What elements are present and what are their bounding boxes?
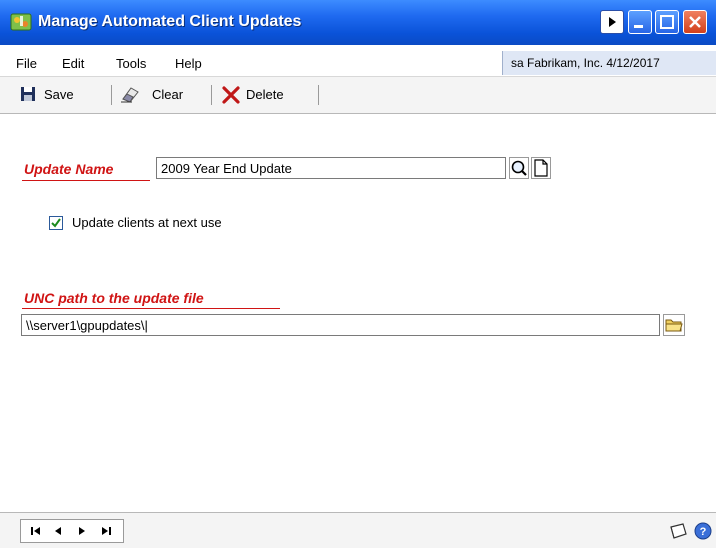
- title-bar[interactable]: Manage Automated Client Updates: [0, 0, 716, 45]
- status-bar: ?: [0, 512, 716, 548]
- clear-button[interactable]: Clear: [120, 85, 200, 105]
- update-name-label: Update Name: [24, 161, 114, 177]
- toolbar-separator: [318, 85, 319, 105]
- last-record-button[interactable]: [99, 524, 113, 538]
- menu-file[interactable]: File: [16, 56, 37, 71]
- next-record-icon: [79, 527, 85, 535]
- unc-path-label: UNC path to the update file: [24, 290, 204, 306]
- required-underline: [22, 180, 150, 181]
- unc-path-input[interactable]: \\server1\gpupdates\|: [21, 314, 660, 336]
- user-company-date: sa Fabrikam, Inc. 4/12/2017: [511, 56, 660, 70]
- update-clients-checkbox[interactable]: [49, 216, 63, 230]
- blank-page-icon: [531, 157, 551, 182]
- first-record-icon: [31, 527, 40, 535]
- window-menu-arrow-button[interactable]: [600, 10, 624, 34]
- record-navigation: [20, 519, 124, 543]
- update-name-input[interactable]: 2009 Year End Update: [156, 157, 506, 179]
- toolbar: Save Clear Delete: [0, 76, 716, 114]
- menu-tools[interactable]: Tools: [116, 56, 146, 71]
- last-record-icon: [102, 527, 111, 535]
- save-button[interactable]: Save: [20, 85, 90, 105]
- folder-icon: [663, 314, 685, 339]
- checkmark-icon: [51, 218, 61, 228]
- floppy-disk-icon: [20, 86, 36, 105]
- required-underline: [22, 308, 280, 309]
- help-icon[interactable]: ?: [694, 522, 712, 543]
- next-record-button[interactable]: [75, 524, 89, 538]
- previous-record-button[interactable]: [51, 524, 65, 538]
- toolbar-separator: [211, 85, 212, 105]
- save-label: Save: [44, 87, 74, 102]
- close-button[interactable]: [683, 10, 707, 34]
- app-icon: [10, 12, 32, 32]
- eraser-icon: [120, 85, 140, 106]
- delete-button[interactable]: Delete: [222, 85, 312, 105]
- lookup-button[interactable]: [509, 157, 529, 182]
- magnifier-icon: [509, 157, 529, 182]
- note-icon[interactable]: [668, 522, 688, 543]
- manage-automated-client-updates-window: Manage Automated Client Updates File Edi…: [0, 0, 716, 548]
- previous-record-icon: [55, 527, 61, 535]
- first-record-button[interactable]: [29, 524, 43, 538]
- new-document-button[interactable]: [531, 157, 551, 182]
- maximize-button[interactable]: [655, 10, 679, 34]
- toolbar-separator: [111, 85, 112, 105]
- browse-folder-button[interactable]: [663, 314, 685, 339]
- window-title: Manage Automated Client Updates: [38, 13, 302, 30]
- menu-help[interactable]: Help: [175, 56, 202, 71]
- minimize-button[interactable]: [628, 10, 652, 34]
- user-company-date-box: sa Fabrikam, Inc. 4/12/2017: [502, 51, 716, 75]
- clear-label: Clear: [152, 87, 184, 102]
- update-clients-label: Update clients at next use: [72, 215, 222, 230]
- delete-label: Delete: [246, 87, 284, 102]
- red-x-icon: [222, 86, 240, 107]
- svg-text:?: ?: [700, 526, 707, 538]
- menu-edit[interactable]: Edit: [62, 56, 84, 71]
